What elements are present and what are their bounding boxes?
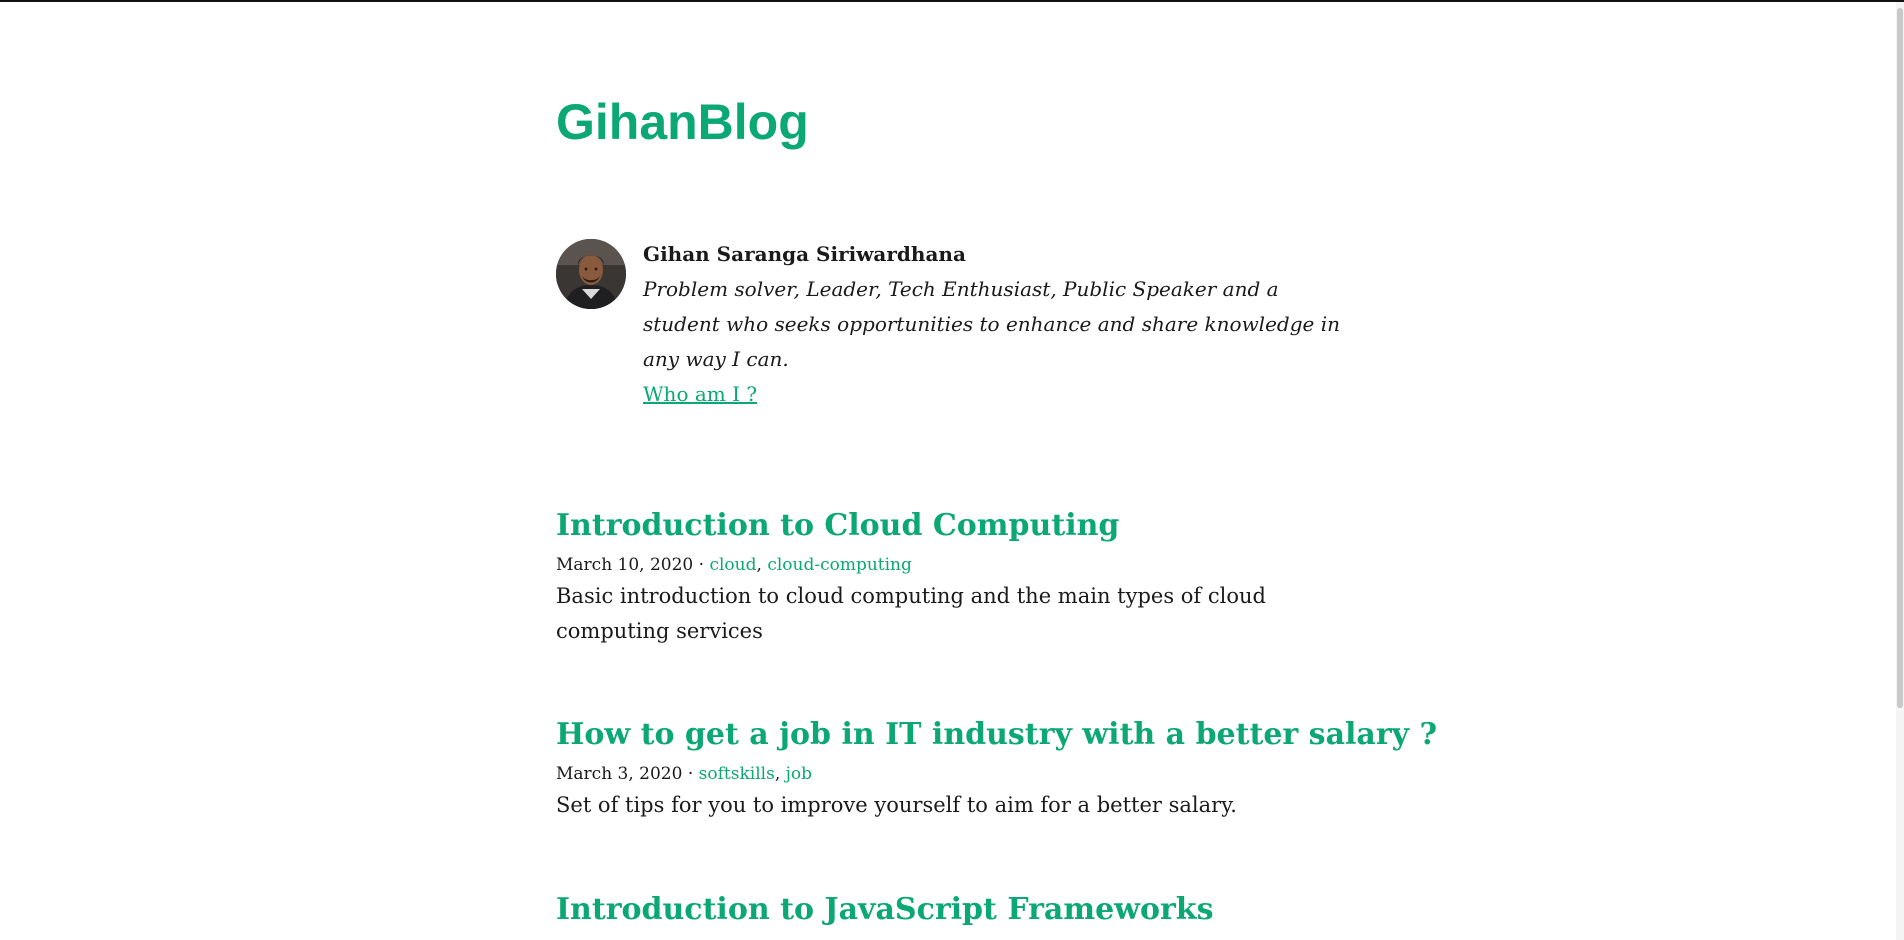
tag-link[interactable]: cloud-computing bbox=[767, 555, 912, 575]
avatar-photo-icon bbox=[556, 239, 626, 309]
tag-link[interactable]: cloud bbox=[709, 555, 756, 575]
bio-text: Gihan Saranga Siriwardhana Problem solve… bbox=[643, 237, 1353, 412]
post-item: Introduction to Cloud Computing March 10… bbox=[556, 505, 1356, 649]
post-title[interactable]: Introduction to JavaScript Frameworks bbox=[556, 889, 1356, 931]
post-meta: March 10, 2020 · cloud, cloud-computing bbox=[556, 551, 1356, 579]
post-excerpt: Basic introduction to cloud computing an… bbox=[556, 584, 1266, 643]
post-excerpt: Set of tips for you to improve yourself … bbox=[556, 793, 1237, 817]
post-date: March 10, 2020 bbox=[556, 555, 694, 575]
scrollbar-thumb[interactable] bbox=[1897, 8, 1903, 708]
author-name: Gihan Saranga Siriwardhana bbox=[643, 242, 966, 266]
post-item: Introduction to JavaScript Frameworks bbox=[556, 889, 1356, 931]
avatar bbox=[556, 239, 626, 309]
tag-link[interactable]: softskills bbox=[699, 764, 775, 784]
author-description: Problem solver, Leader, Tech Enthusiast,… bbox=[643, 277, 1340, 371]
post-date: March 3, 2020 bbox=[556, 764, 683, 784]
page-scrollbar[interactable] bbox=[1896, 2, 1904, 940]
tag-link[interactable]: job bbox=[786, 764, 812, 784]
post-title[interactable]: Introduction to Cloud Computing bbox=[556, 505, 1356, 547]
who-am-i-link[interactable]: Who am I ? bbox=[643, 377, 757, 412]
site-title[interactable]: GihanBlog bbox=[556, 92, 809, 152]
post-meta: March 3, 2020 · softskills, job bbox=[556, 760, 1356, 788]
meta-separator: · bbox=[682, 764, 699, 784]
meta-separator: · bbox=[693, 555, 710, 575]
tag-separator: , bbox=[756, 555, 768, 575]
tag-separator: , bbox=[774, 764, 786, 784]
post-title[interactable]: How to get a job in IT industry with a b… bbox=[556, 714, 1437, 756]
post-item: How to get a job in IT industry with a b… bbox=[556, 714, 1437, 823]
